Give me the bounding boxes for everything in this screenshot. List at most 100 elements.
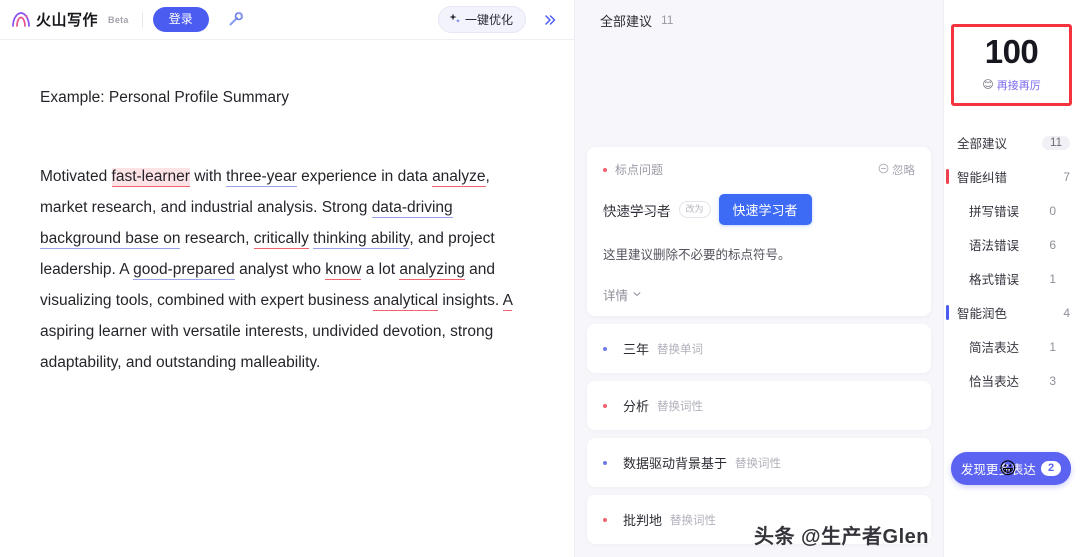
error-mark[interactable]: analytical — [373, 292, 439, 312]
replace-arrow-chip: 改为 — [678, 201, 711, 218]
suggestion-list: 三年 替换单词 分析 替换词性 数据驱动背景基于 替换词性 批判地 替换词性 — [587, 324, 931, 544]
score-value: 100 — [978, 33, 1044, 70]
login-button[interactable]: 登录 — [152, 7, 209, 32]
suggestion-detail-toggle[interactable]: 详情 — [603, 285, 915, 304]
sidebar-nav-label: 格式错误 — [969, 273, 1020, 288]
style-mark[interactable]: thinking ability — [313, 230, 410, 250]
suggestion-item-action: 替换单词 — [657, 343, 704, 356]
toolbar-divider — [141, 11, 143, 28]
sidebar-nav-count: 6 — [1049, 237, 1056, 252]
suggestion-card[interactable]: 标点问题 忽略 快速学习者 改为 快速学习者 这里建议删除不必要的标点符号。 详… — [587, 147, 931, 316]
volcano-logo-icon — [10, 9, 32, 31]
suggestion-item-action: 替换词性 — [657, 400, 704, 413]
one-click-optimize-button[interactable]: 一键优化 — [437, 6, 526, 33]
original-text: 快速学习者 — [603, 203, 671, 219]
brand-name: 火山写作 — [36, 12, 99, 29]
sidebar-nav-item[interactable]: 智能润色 4 — [943, 296, 1080, 330]
sidebar-nav-count: 1 — [1049, 271, 1056, 286]
category-dot-icon — [603, 167, 607, 172]
suggestion-item-action: 替换词性 — [735, 457, 782, 470]
suggestions-header-title: 全部建议 — [600, 13, 653, 29]
error-mark[interactable]: A — [502, 292, 513, 312]
text-run: a lot — [361, 261, 400, 279]
sidebar-nav-label: 智能润色 — [957, 307, 1008, 322]
sidebar-nav-count: 3 — [1049, 373, 1056, 388]
sidebar-nav: 全部建议 11 智能纠错 7 拼写错误 0 语法错误 6 格式错误 1 智能润色 4 简洁表达 1 恰当表达… — [943, 126, 1080, 398]
text-run: research, — [180, 230, 254, 248]
chevron-down-icon — [632, 288, 642, 302]
ignore-label: 忽略 — [892, 164, 915, 177]
error-mark[interactable]: critically — [253, 230, 309, 250]
text-run: Motivated — [40, 168, 112, 186]
sidebar-nav-item[interactable]: 语法错误 6 — [943, 228, 1080, 262]
document-title: Example: Personal Profile Summary — [40, 89, 289, 106]
sidebar-nav-label: 拼写错误 — [969, 205, 1020, 220]
sidebar-nav-item[interactable]: 格式错误 1 — [943, 262, 1080, 296]
score-subtitle: 😊 再接再厉 — [954, 77, 1069, 93]
category-dot-icon — [603, 403, 607, 408]
sidebar-nav-count: 7 — [1063, 169, 1070, 184]
optimize-label: 一键优化 — [464, 13, 513, 27]
category-dot-icon — [603, 346, 607, 351]
sidebar-nav-item[interactable]: 智能纠错 7 — [943, 160, 1080, 194]
replace-row: 快速学习者 改为 快速学习者 — [603, 194, 915, 225]
discover-badge: 2 — [1040, 461, 1062, 476]
ignore-button[interactable]: 忽略 — [878, 162, 915, 178]
smile-emoji-icon: 😊 — [982, 79, 994, 92]
style-mark[interactable]: good-prepared — [133, 261, 235, 281]
cursor-emoji-icon: 😀 — [999, 459, 1017, 478]
sidebar-nav-label: 简洁表达 — [969, 341, 1020, 356]
sidebar-nav-label: 语法错误 — [969, 239, 1020, 254]
sidebar-nav-item[interactable]: 恰当表达 3 — [943, 364, 1080, 398]
magic-wand-icon[interactable] — [223, 7, 249, 33]
sidebar-nav-label: 智能纠错 — [957, 171, 1008, 186]
suggestion-list-item[interactable]: 数据驱动背景基于 替换词性 — [587, 438, 931, 487]
text-run: analyst who — [234, 261, 326, 279]
error-mark[interactable]: analyze — [432, 168, 486, 188]
score-sidebar: 100 😊 再接再厉 全部建议 11 智能纠错 7 拼写错误 0 语法错误 6 格式错误 1 智能润… — [943, 0, 1080, 557]
text-run: aspiring learner with versatile interest… — [40, 323, 494, 372]
apply-suggestion-button[interactable]: 快速学习者 — [718, 194, 812, 225]
sidebar-nav-count: 11 — [1042, 135, 1070, 150]
text-run: experience in data — [296, 168, 433, 186]
document-editor[interactable]: Example: Personal Profile Summary Motiva… — [0, 40, 574, 557]
suggestions-scroll-area[interactable]: 标点问题 忽略 快速学习者 改为 快速学习者 这里建议删除不必要的标点符号。 详… — [575, 40, 943, 557]
suggestion-item-word: 数据驱动背景基于 — [623, 456, 728, 471]
suggestions-header-count: 11 — [661, 13, 674, 27]
sparkle-icon — [448, 12, 461, 28]
suggestions-header: 全部建议 11 — [575, 0, 943, 40]
nav-marker-bar — [946, 168, 949, 184]
suggestions-pane: 全部建议 11 标点问题 忽略 快速学习者 改为 快速学习者 这里建议删除不必要… — [575, 0, 943, 557]
score-sub-label: 再接再厉 — [996, 79, 1041, 92]
editor-toolbar: 火山写作 Beta 登录 一键优化 — [0, 0, 574, 40]
error-mark-active[interactable]: fast-learner — [111, 168, 190, 188]
text-run: insights. — [438, 292, 503, 310]
error-mark[interactable]: analyzing — [399, 261, 465, 281]
style-mark[interactable]: three-year — [226, 168, 297, 188]
sidebar-nav-item[interactable]: 简洁表达 1 — [943, 330, 1080, 364]
suggestion-list-item[interactable]: 分析 替换词性 — [587, 381, 931, 430]
sidebar-nav-item[interactable]: 全部建议 11 — [943, 126, 1080, 160]
minus-circle-icon — [878, 163, 889, 177]
sidebar-nav-label: 全部建议 — [957, 137, 1008, 152]
suggestion-item-word: 批判地 — [623, 513, 663, 528]
suggestion-list-item[interactable]: 三年 替换单词 — [587, 324, 931, 373]
detail-label: 详情 — [603, 289, 629, 303]
category-dot-icon — [603, 517, 607, 522]
nav-marker-bar — [946, 304, 949, 320]
chevron-double-right-icon[interactable] — [538, 8, 562, 32]
sidebar-nav-count: 1 — [1049, 339, 1056, 354]
editor-pane: 火山写作 Beta 登录 一键优化 Example: Personal Prof… — [0, 0, 575, 557]
watermark: 头条 @生产者Glen — [753, 526, 929, 548]
sidebar-nav-item[interactable]: 拼写错误 0 — [943, 194, 1080, 228]
suggestion-item-word: 分析 — [623, 399, 650, 414]
category-dot-icon — [603, 460, 607, 465]
brand: 火山写作 Beta — [10, 9, 132, 31]
error-mark[interactable]: know — [325, 261, 362, 281]
suggestion-item-action: 替换词性 — [670, 514, 717, 527]
suggestion-item-word: 三年 — [623, 342, 650, 357]
document-paragraph[interactable]: Motivated fast-learner with three-year e… — [40, 161, 520, 378]
sidebar-nav-count: 0 — [1049, 203, 1056, 218]
suggestion-description: 这里建议删除不必要的标点符号。 — [603, 248, 791, 262]
suggestion-card-header: 标点问题 忽略 — [603, 161, 915, 178]
